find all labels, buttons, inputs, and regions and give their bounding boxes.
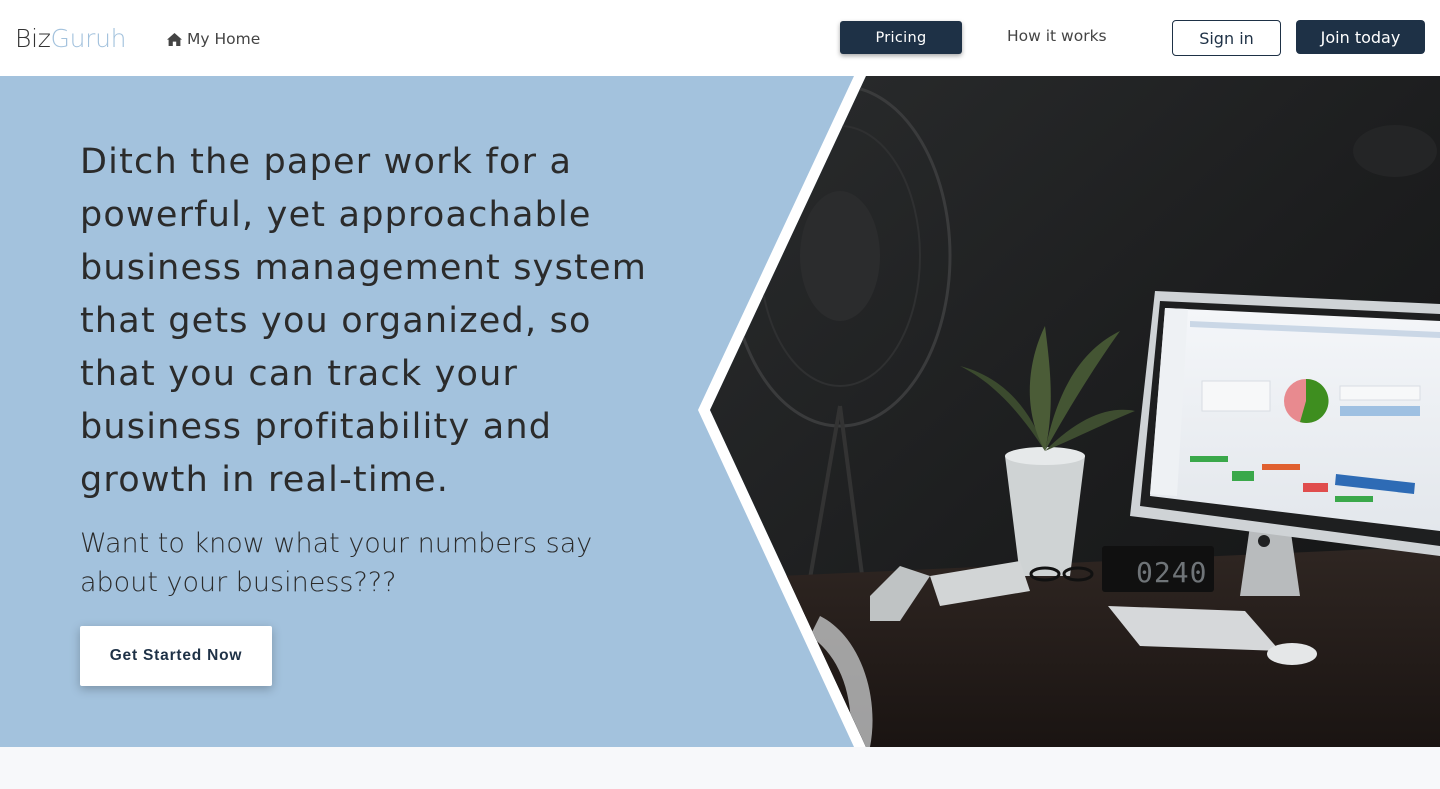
hero-section: 0240 Ditch the paper work for a powerful… xyxy=(0,76,1440,747)
nav-my-home[interactable]: My Home xyxy=(166,28,260,50)
navbar: BizGuruh My Home Pricing How it works Si… xyxy=(0,0,1440,76)
brand-part-biz: Biz xyxy=(15,24,51,53)
hero-subheadline: Want to know what your numbers say about… xyxy=(80,528,593,598)
desk-clock-digits: 0240 xyxy=(1136,556,1207,589)
home-icon xyxy=(167,32,182,46)
nav-how-it-works[interactable]: How it works xyxy=(1007,27,1107,49)
brand-logo[interactable]: BizGuruh xyxy=(15,22,127,56)
next-section-strip xyxy=(0,747,1440,789)
brand-part-guruh: Guruh xyxy=(50,24,127,53)
join-today-button[interactable]: Join today xyxy=(1296,20,1425,54)
sign-in-button[interactable]: Sign in xyxy=(1172,20,1281,56)
pricing-button[interactable]: Pricing xyxy=(840,21,962,54)
nav-my-home-label: My Home xyxy=(187,30,261,48)
hero-headline: Ditch the paper work for a powerful, yet… xyxy=(80,142,647,500)
get-started-button[interactable]: Get Started Now xyxy=(80,626,272,686)
